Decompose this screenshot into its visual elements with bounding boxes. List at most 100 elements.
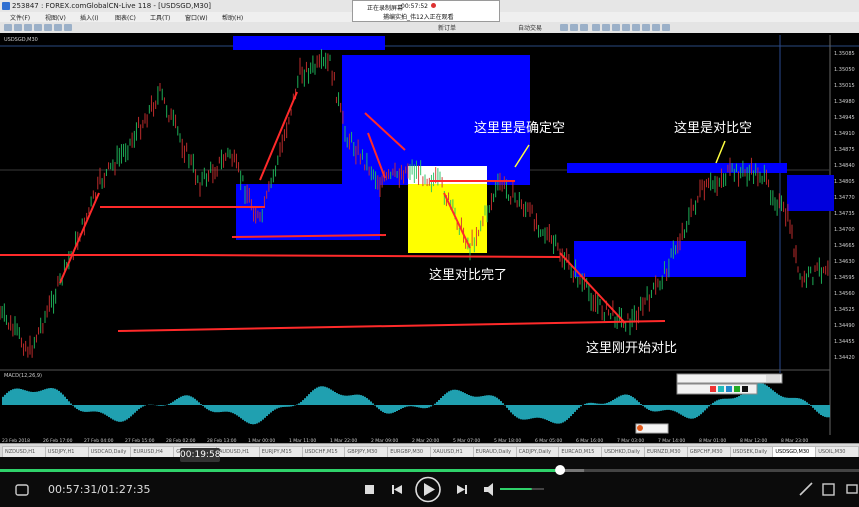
stop-button[interactable] [362,482,377,497]
macd-bar [68,401,70,405]
macd-bar [626,394,628,405]
current-time: 00:57:31 [48,483,98,496]
autoscroll-icon[interactable] [622,24,630,31]
macd-bar [634,398,636,405]
macd-bar [56,389,58,405]
macd-bar [210,405,212,412]
macd-bar [684,405,686,417]
macd-bar [120,405,122,422]
record-icon[interactable] [431,3,436,8]
macd-bar [108,405,110,418]
macd-bar [578,405,580,408]
macd-bar [566,405,568,420]
data-window-icon[interactable] [34,24,42,31]
menu-insert[interactable]: 插入(I) [80,13,98,22]
volume-button[interactable] [482,482,496,497]
new-chart-icon[interactable] [4,24,12,31]
price-label: 1.34805 [834,179,855,185]
macd-bar [184,395,186,405]
macd-bar [292,405,294,407]
macd-bar [380,405,382,411]
menu-file[interactable]: 文件(F) [10,13,30,22]
fullscreen-button[interactable] [821,482,836,497]
macd-bar [310,392,312,405]
price-chart-canvas[interactable]: 1.35085 1.35050 1.35015 1.34980 1.34945 1.349… [0,33,859,443]
menu-help[interactable]: 帮助(H) [222,13,243,22]
previous-button[interactable] [389,482,405,497]
total-time: 01:27:35 [101,483,151,496]
macd-bar [462,392,464,405]
macd-bar [682,405,684,416]
macd-bar [454,389,456,405]
macd-bar [416,405,418,408]
bar-chart-icon[interactable] [560,24,568,31]
playback-time: 00:57:31/01:27:35 [48,483,151,496]
macd-bar [360,395,362,405]
annotation-confirm-short: 这里里是确定空 [474,121,566,136]
macd-bar [244,405,246,422]
macd-bar [692,405,694,419]
macd-bar [444,394,446,405]
macd-bar [554,405,556,424]
macd-bar [256,405,258,424]
macd-bar [230,405,232,413]
macd-bar [430,405,432,407]
macd-bar [358,394,360,405]
macd-bar [776,393,778,405]
menu-window[interactable]: 窗口(W) [185,13,208,22]
macd-bar [548,405,550,421]
macd-bar [52,388,54,405]
templates-icon[interactable] [662,24,670,31]
macd-bar [616,397,618,405]
macd-bar [364,396,366,405]
play-button[interactable] [416,477,440,502]
toolbar-done-icon [766,375,780,382]
menu-view[interactable]: 视图(V) [45,13,66,22]
macd-bar [584,403,586,405]
chart-shift-icon[interactable] [632,24,640,31]
macd-bar [534,405,536,418]
macd-bar [204,405,206,408]
macd-bar [200,404,202,405]
macd-bar [620,395,622,405]
macd-bar [376,405,378,408]
macd-bar [96,405,98,412]
next-button[interactable] [454,482,470,497]
periods-icon[interactable] [652,24,660,31]
progress-bar[interactable] [0,465,859,475]
macd-bar [400,405,402,409]
terminal-icon[interactable] [54,24,62,31]
zoom-out-icon[interactable] [602,24,610,31]
macd-bar [662,405,664,411]
macd-bar [696,405,698,418]
indicators-icon[interactable] [642,24,650,31]
profiles-icon[interactable] [14,24,22,31]
strategy-tester-icon[interactable] [64,24,72,31]
menu-charts[interactable]: 图表(C) [115,13,136,22]
new-order-button[interactable]: 新订单 [438,23,456,32]
volume-slider[interactable] [500,484,544,494]
macd-bar [614,398,616,405]
navigator-icon[interactable] [44,24,52,31]
macd-bar [474,396,476,405]
price-label: 1.34700 [834,227,855,233]
zoom-in-icon[interactable] [592,24,600,31]
macd-bar [800,398,802,405]
candlestick-icon[interactable] [570,24,578,31]
chart-window[interactable]: 1.35085 1.35050 1.35015 1.34980 1.34945 1.349… [0,33,859,443]
macd-bar [736,397,738,405]
macd-bar [608,402,610,405]
auto-trading-button[interactable]: 自动交易 [518,23,542,32]
macd-bar [610,401,612,405]
menu-tools[interactable]: 工具(T) [150,13,170,22]
line-chart-icon[interactable] [580,24,588,31]
macd-bar [490,395,492,405]
macd-bar [656,405,658,412]
price-label: 1.34490 [834,323,855,329]
macd-bar [80,405,82,412]
tile-windows-icon[interactable] [612,24,620,31]
macd-bar [798,398,800,405]
market-watch-icon[interactable] [24,24,32,31]
macd-bar [538,405,540,418]
macd-bar [514,405,516,417]
